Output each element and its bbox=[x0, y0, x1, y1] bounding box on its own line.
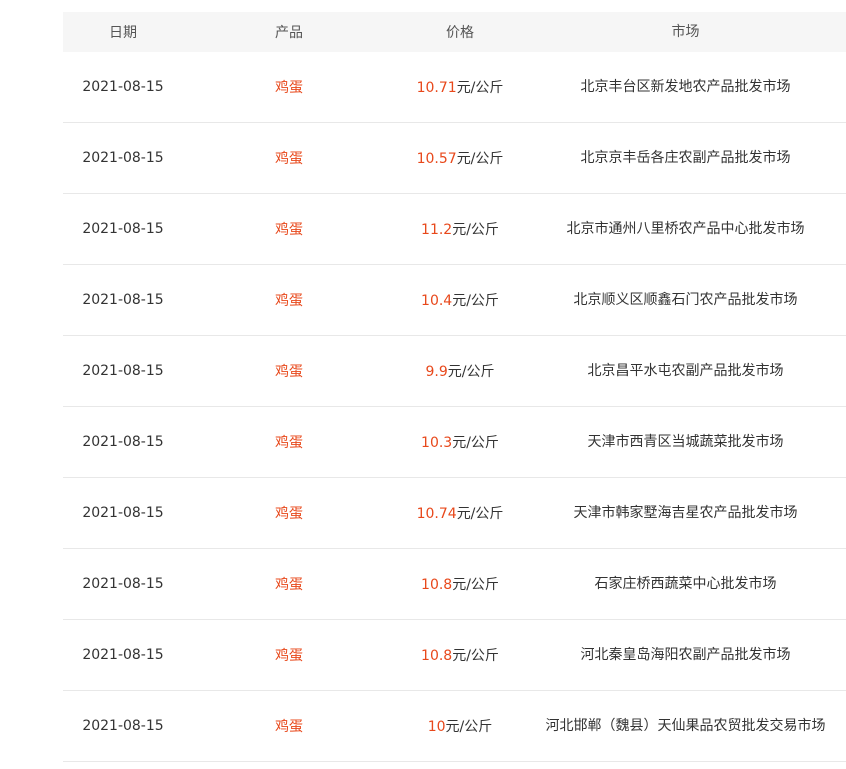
row-price: 11.2元/公斤 bbox=[395, 219, 525, 239]
row-date: 2021-08-15 bbox=[82, 292, 164, 308]
row-product-link[interactable]: 鸡蛋 bbox=[183, 716, 395, 736]
row-price: 10.3元/公斤 bbox=[395, 432, 525, 452]
row-market: 天津市韩家墅海吉星农产品批发市场 bbox=[573, 505, 798, 521]
table-row: 2021-08-15 鸡蛋 10.3元/公斤 天津市西青区当城蔬菜批发市场 bbox=[63, 407, 846, 478]
row-price: 10.74元/公斤 bbox=[395, 503, 525, 523]
row-date: 2021-08-15 bbox=[82, 434, 164, 450]
row-price: 10.71元/公斤 bbox=[395, 77, 525, 97]
price-value: 10.71 bbox=[416, 80, 457, 96]
row-product-link[interactable]: 鸡蛋 bbox=[183, 432, 395, 452]
table-row: 2021-08-15 鸡蛋 10.74元/公斤 天津市韩家墅海吉星农产品批发市场 bbox=[63, 478, 846, 549]
row-product-link[interactable]: 鸡蛋 bbox=[183, 645, 395, 665]
row-date: 2021-08-15 bbox=[82, 79, 164, 95]
table-body: 2021-08-15 鸡蛋 10.71元/公斤 北京丰台区新发地农产品批发市场 … bbox=[63, 52, 846, 762]
table-row: 2021-08-15 鸡蛋 10.71元/公斤 北京丰台区新发地农产品批发市场 bbox=[63, 52, 846, 123]
price-value: 10 bbox=[427, 719, 446, 735]
table-row: 2021-08-15 鸡蛋 10.4元/公斤 北京顺义区顺鑫石门农产品批发市场 bbox=[63, 265, 846, 336]
row-date: 2021-08-15 bbox=[82, 576, 164, 592]
row-product-link[interactable]: 鸡蛋 bbox=[183, 77, 395, 97]
price-value: 10.8 bbox=[421, 648, 453, 664]
table-header: 日期 产品 价格 市场 bbox=[63, 12, 846, 52]
price-value: 10.57 bbox=[416, 151, 457, 167]
row-market: 天津市西青区当城蔬菜批发市场 bbox=[587, 434, 784, 450]
row-product-link[interactable]: 鸡蛋 bbox=[183, 219, 395, 239]
row-market: 河北秦皇岛海阳农副产品批发市场 bbox=[580, 647, 791, 663]
price-unit: 元/公斤 bbox=[456, 151, 504, 167]
price-unit: 元/公斤 bbox=[452, 648, 499, 664]
row-market: 北京丰台区新发地农产品批发市场 bbox=[580, 79, 791, 95]
row-date: 2021-08-15 bbox=[82, 718, 164, 734]
table-row: 2021-08-15 鸡蛋 10.8元/公斤 石家庄桥西蔬菜中心批发市场 bbox=[63, 549, 846, 620]
table-row: 2021-08-15 鸡蛋 11.2元/公斤 北京市通州八里桥农产品中心批发市场 bbox=[63, 194, 846, 265]
price-unit: 元/公斤 bbox=[452, 577, 499, 593]
price-value: 11.2 bbox=[421, 222, 453, 238]
price-table: 日期 产品 价格 市场 2021-08-15 鸡蛋 10.71元/公斤 北京丰台… bbox=[63, 12, 846, 762]
row-price: 10.4元/公斤 bbox=[395, 290, 525, 310]
row-price: 10元/公斤 bbox=[395, 716, 525, 736]
header-market: 市场 bbox=[671, 24, 700, 40]
header-price: 价格 bbox=[446, 25, 474, 41]
row-date: 2021-08-15 bbox=[82, 150, 164, 166]
table-row: 2021-08-15 鸡蛋 9.9元/公斤 北京昌平水屯农副产品批发市场 bbox=[63, 336, 846, 407]
row-product-link[interactable]: 鸡蛋 bbox=[183, 148, 395, 168]
header-product: 产品 bbox=[275, 25, 303, 41]
row-price: 9.9元/公斤 bbox=[395, 361, 525, 381]
row-market: 北京顺义区顺鑫石门农产品批发市场 bbox=[573, 292, 798, 308]
row-market: 北京市通州八里桥农产品中心批发市场 bbox=[566, 221, 805, 237]
price-value: 10.8 bbox=[421, 577, 453, 593]
table-row: 2021-08-15 鸡蛋 10元/公斤 河北邯郸（魏县）天仙果品农贸批发交易市… bbox=[63, 691, 846, 762]
row-date: 2021-08-15 bbox=[82, 505, 164, 521]
row-price: 10.8元/公斤 bbox=[395, 574, 525, 594]
table-row: 2021-08-15 鸡蛋 10.8元/公斤 河北秦皇岛海阳农副产品批发市场 bbox=[63, 620, 846, 691]
row-market: 北京昌平水屯农副产品批发市场 bbox=[587, 363, 784, 379]
row-product-link[interactable]: 鸡蛋 bbox=[183, 574, 395, 594]
row-date: 2021-08-15 bbox=[82, 221, 164, 237]
price-unit: 元/公斤 bbox=[452, 435, 499, 451]
price-value: 9.9 bbox=[425, 364, 448, 380]
price-unit: 元/公斤 bbox=[447, 364, 495, 380]
table-row: 2021-08-15 鸡蛋 10.57元/公斤 北京京丰岳各庄农副产品批发市场 bbox=[63, 123, 846, 194]
row-market: 石家庄桥西蔬菜中心批发市场 bbox=[594, 576, 777, 592]
price-value: 10.4 bbox=[421, 293, 453, 309]
row-product-link[interactable]: 鸡蛋 bbox=[183, 290, 395, 310]
price-unit: 元/公斤 bbox=[456, 80, 504, 96]
row-price: 10.8元/公斤 bbox=[395, 645, 525, 665]
row-price: 10.57元/公斤 bbox=[395, 148, 525, 168]
row-market: 北京京丰岳各庄农副产品批发市场 bbox=[580, 150, 791, 166]
row-market: 河北邯郸（魏县）天仙果品农贸批发交易市场 bbox=[545, 718, 826, 734]
header-date: 日期 bbox=[109, 25, 137, 41]
price-unit: 元/公斤 bbox=[456, 506, 504, 522]
row-product-link[interactable]: 鸡蛋 bbox=[183, 361, 395, 381]
price-unit: 元/公斤 bbox=[452, 222, 499, 238]
row-date: 2021-08-15 bbox=[82, 363, 164, 379]
row-product-link[interactable]: 鸡蛋 bbox=[183, 503, 395, 523]
price-unit: 元/公斤 bbox=[445, 719, 493, 735]
row-date: 2021-08-15 bbox=[82, 647, 164, 663]
price-value: 10.74 bbox=[416, 506, 457, 522]
price-unit: 元/公斤 bbox=[452, 293, 499, 309]
price-value: 10.3 bbox=[421, 435, 453, 451]
